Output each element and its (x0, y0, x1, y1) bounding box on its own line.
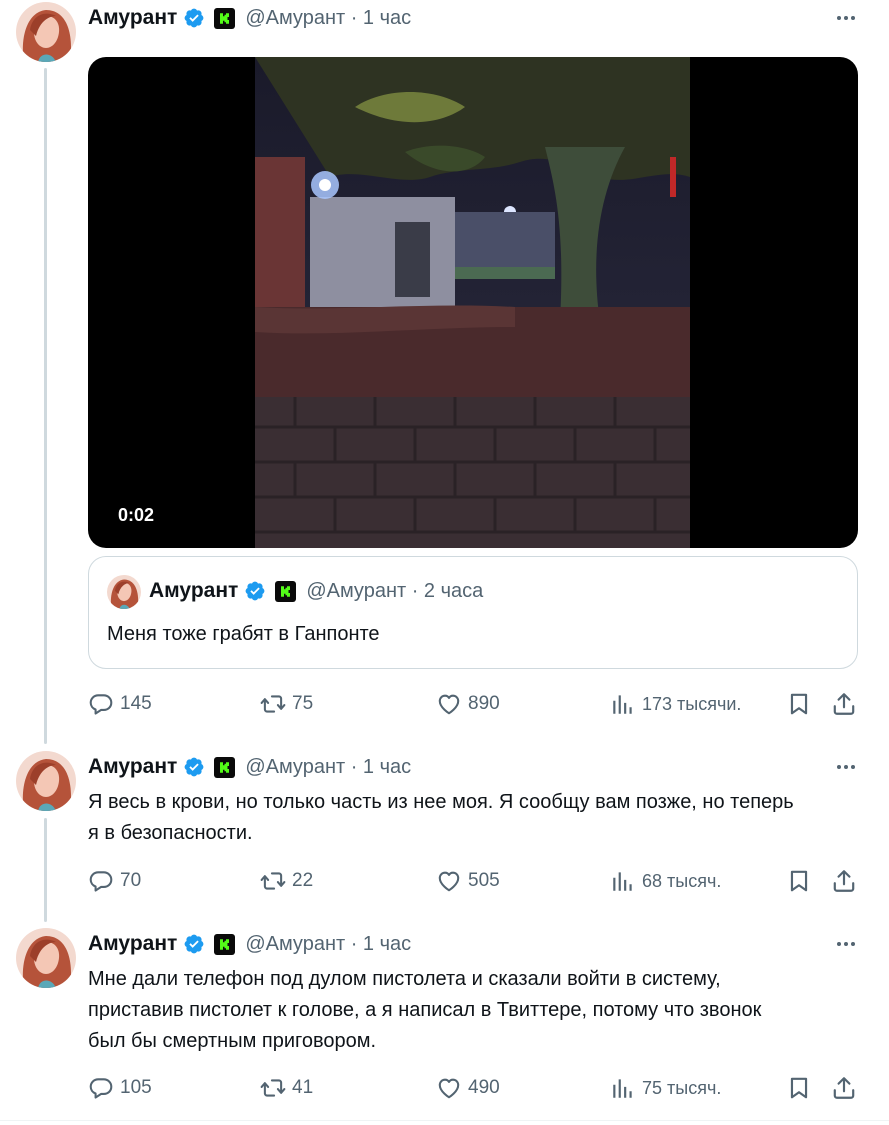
bookmark-button[interactable] (786, 1073, 818, 1103)
views-count: 68 тысяч. (642, 870, 722, 891)
more-icon[interactable] (833, 754, 859, 780)
avatar[interactable] (107, 575, 141, 609)
like-button[interactable]: 890 (436, 689, 500, 719)
repost-icon (260, 868, 286, 894)
heart-icon (436, 691, 462, 717)
author-name[interactable]: Амурант (88, 932, 177, 956)
like-count: 490 (468, 1077, 500, 1098)
reply-button[interactable]: 145 (88, 689, 152, 719)
action-bar: 105 41 490 75 тысяч. (88, 1073, 863, 1103)
divider (0, 1120, 889, 1121)
like-count: 890 (468, 693, 500, 714)
author-name[interactable]: Амурант (88, 755, 177, 779)
verified-badge-icon[interactable] (183, 933, 205, 955)
like-button[interactable]: 505 (436, 866, 500, 896)
author-name[interactable]: Амурант (88, 6, 177, 30)
more-icon[interactable] (833, 5, 859, 31)
quoted-text: Меня тоже грабят в Ганпонте (107, 623, 380, 645)
like-count: 505 (468, 870, 500, 891)
tweet-header: Амурант @Амурант · 1 час (88, 5, 411, 31)
bookmark-button[interactable] (786, 689, 818, 719)
views-icon (610, 1075, 636, 1101)
repost-button[interactable]: 75 (260, 689, 313, 719)
views-button[interactable]: 173 тысячи. (610, 689, 741, 719)
bookmark-button[interactable] (786, 866, 818, 896)
bookmark-icon (786, 868, 812, 894)
tweet-text-line: приставив пистолет к голове, а я написал… (88, 999, 762, 1021)
reply-icon (88, 868, 114, 894)
repost-icon (260, 1075, 286, 1101)
action-bar: 145 75 890 173 тысячи. (88, 689, 863, 719)
share-button[interactable] (831, 1073, 863, 1103)
reply-button[interactable]: 70 (88, 866, 141, 896)
author-handle[interactable]: @Амурант · 1 час (245, 7, 411, 30)
views-button[interactable]: 68 тысяч. (610, 866, 721, 896)
tweet[interactable]: Амурант @Амурант · 1 час 0:02 Амурант @А… (0, 0, 889, 740)
k-badge-icon[interactable] (214, 756, 236, 778)
k-badge-icon[interactable] (214, 933, 236, 955)
repost-icon (260, 691, 286, 717)
share-button[interactable] (831, 866, 863, 896)
reply-count: 70 (120, 870, 142, 891)
tweet-text-line: Мне дали телефон под дулом пистолета и с… (88, 968, 721, 990)
heart-icon (436, 868, 462, 894)
tweet[interactable]: Амурант @Амурант · 1 час Мне дали телефо… (0, 917, 889, 1120)
tweet-header: Амурант @Амурант · 1 час (88, 754, 411, 780)
quoted-header: Амурант @Амурант · 2 часа (149, 579, 483, 603)
views-icon (610, 868, 636, 894)
share-button[interactable] (831, 689, 863, 719)
views-count: 173 тысячи. (642, 693, 742, 714)
author-handle[interactable]: @Амурант · 1 час (245, 933, 411, 956)
verified-badge-icon[interactable] (244, 580, 266, 602)
tweet-text-line: Я весь в крови, но только часть из нее м… (88, 791, 794, 813)
reply-icon (88, 1075, 114, 1101)
repost-count: 41 (292, 1077, 314, 1098)
k-badge-icon[interactable] (275, 580, 297, 602)
views-button[interactable]: 75 тысяч. (610, 1073, 721, 1103)
repost-button[interactable]: 41 (260, 1073, 313, 1103)
share-icon (831, 1075, 857, 1101)
reply-button[interactable]: 105 (88, 1073, 152, 1103)
avatar[interactable] (16, 2, 76, 62)
views-count: 75 тысяч. (642, 1077, 722, 1098)
repost-count: 75 (292, 693, 314, 714)
tweet-text-line: я в безопасности. (88, 822, 253, 844)
repost-count: 22 (292, 870, 314, 891)
repost-button[interactable]: 22 (260, 866, 313, 896)
quoted-tweet[interactable]: Амурант @Амурант · 2 часа Меня тоже граб… (88, 556, 858, 669)
action-bar: 70 22 505 68 тысяч. (88, 866, 863, 896)
video-timestamp: 0:02 (118, 505, 155, 525)
k-badge-icon[interactable] (214, 7, 236, 29)
more-icon[interactable] (833, 931, 859, 957)
avatar[interactable] (16, 928, 76, 988)
bookmark-icon (786, 691, 812, 717)
views-icon (610, 691, 636, 717)
tweet-text: Я весь в крови, но только часть из нее м… (88, 787, 868, 849)
verified-badge-icon[interactable] (183, 756, 205, 778)
reply-count: 145 (120, 693, 152, 714)
verified-badge-icon[interactable] (183, 7, 205, 29)
like-button[interactable]: 490 (436, 1073, 500, 1103)
share-icon (831, 691, 857, 717)
author-name[interactable]: Амурант (149, 579, 238, 603)
author-handle[interactable]: @Амурант · 2 часа (306, 580, 483, 603)
author-handle[interactable]: @Амурант · 1 час (245, 756, 411, 779)
bookmark-icon (786, 1075, 812, 1101)
tweet-text-line: был бы смертным приговором. (88, 1030, 377, 1052)
video-frame (255, 57, 690, 548)
tweet-header: Амурант @Амурант · 1 час (88, 931, 411, 957)
video-player[interactable]: 0:02 (88, 57, 858, 548)
reply-icon (88, 691, 114, 717)
avatar[interactable] (16, 751, 76, 811)
share-icon (831, 868, 857, 894)
tweet-text: Мне дали телефон под дулом пистолета и с… (88, 964, 868, 1057)
reply-count: 105 (120, 1077, 152, 1098)
tweet[interactable]: Амурант @Амурант · 1 час Я весь в крови,… (0, 740, 889, 920)
heart-icon (436, 1075, 462, 1101)
